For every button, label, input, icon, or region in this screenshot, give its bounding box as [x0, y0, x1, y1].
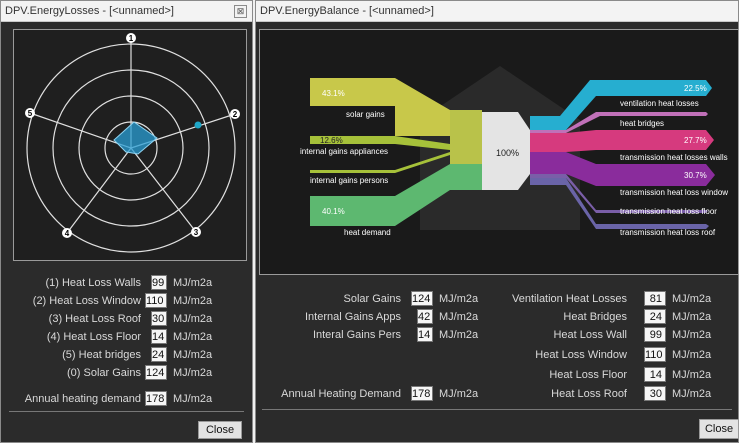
- unit-ventilation: MJ/m2a: [672, 293, 712, 305]
- field-label-heat-loss-floor: Heat Loss Floor: [549, 369, 627, 381]
- value-floor[interactable]: 14: [151, 329, 167, 344]
- value-solar-gains[interactable]: 124: [145, 365, 167, 380]
- value-solar-gains-b[interactable]: 124: [411, 291, 433, 306]
- radar-axis-label-5: 5: [28, 109, 33, 118]
- label-solar-gains: solar gains: [346, 110, 385, 119]
- pct-window: 30.7%: [684, 171, 707, 180]
- label-internal-persons: internal gains persons: [310, 176, 388, 185]
- radar-axis-label-3: 3: [194, 228, 199, 237]
- value-heat-bridges-b[interactable]: 24: [644, 309, 666, 324]
- field-label-internal-pers: Interal Gains Pers: [312, 329, 401, 341]
- label-heat-bridges: heat bridges: [620, 119, 664, 128]
- value-heat-loss-window[interactable]: 110: [644, 347, 666, 362]
- label-heat-demand: heat demand: [344, 228, 391, 237]
- value-internal-pers[interactable]: 14: [417, 327, 433, 342]
- pct-internal-appliances: 12.6%: [320, 136, 343, 145]
- radar-axis-label-4: 4: [65, 229, 70, 238]
- label-window: transmission heat loss window: [620, 188, 728, 197]
- arrow-heat-bridges: [680, 112, 708, 116]
- value-roof[interactable]: 30: [151, 311, 167, 326]
- unit-roof: MJ/m2a: [173, 313, 213, 325]
- pct-ventilation: 22.5%: [684, 84, 707, 93]
- field-label-roof: (3) Heat Loss Roof: [48, 313, 141, 325]
- field-label-heat-loss-roof: Heat Loss Roof: [551, 388, 627, 400]
- unit-solar-gains-b: MJ/m2a: [439, 293, 479, 305]
- balance-separator: [262, 409, 732, 410]
- unit-heat-loss-window: MJ/m2a: [672, 349, 712, 361]
- unit-annual-demand: MJ/m2a: [173, 393, 213, 405]
- value-heat-loss-floor[interactable]: 14: [644, 367, 666, 382]
- radar-data-marker: [194, 121, 202, 129]
- sankey-chart: 100% 43.1% solar gains 12.6% internal ga…: [300, 66, 728, 237]
- unit-heat-loss-floor: MJ/m2a: [672, 369, 712, 381]
- close-window-icon[interactable]: ⊠: [234, 5, 247, 18]
- sankey-output-labels: 22.5% ventilation heat losses heat bridg…: [620, 84, 728, 237]
- pct-solar-gains: 43.1%: [322, 89, 345, 98]
- value-ventilation[interactable]: 81: [644, 291, 666, 306]
- unit-walls: MJ/m2a: [173, 277, 213, 289]
- balance-titlebar: DPV.EnergyBalance - [<unnamed>]: [256, 1, 738, 22]
- label-walls: transmission heat losses walls: [620, 153, 728, 162]
- radar-spoke: [66, 147, 132, 234]
- field-label-heat-loss-wall: Heat Loss Wall: [553, 329, 627, 341]
- value-annual-demand-b[interactable]: 178: [411, 386, 433, 401]
- radar-chart: 1 2 3 4 5: [25, 33, 240, 253]
- sankey-center-label: 100%: [496, 148, 519, 158]
- unit-heat-loss-wall: MJ/m2a: [672, 329, 712, 341]
- radar-spoke: [29, 112, 132, 149]
- label-floor: transmission heat loss floor: [620, 207, 717, 216]
- flow-merge-green: [450, 164, 482, 190]
- field-label-annual-demand: Annual heating demand: [24, 393, 141, 405]
- close-button[interactable]: Close: [699, 419, 739, 439]
- unit-heat-bridges-b: MJ/m2a: [672, 311, 712, 323]
- field-label-window: (2) Heat Loss Window: [32, 295, 141, 307]
- unit-heat-bridges: MJ/m2a: [173, 349, 213, 361]
- value-internal-apps[interactable]: 42: [417, 309, 433, 324]
- field-label-heat-loss-window: Heat Loss Window: [535, 349, 627, 361]
- energy-losses-window: DPV.EnergyLosses - [<unnamed>] ⊠ 1 2 3 4…: [0, 0, 253, 443]
- pct-heat-demand: 40.1%: [322, 207, 345, 216]
- field-label-solar-gains-b: Solar Gains: [343, 293, 401, 305]
- value-annual-demand[interactable]: 178: [145, 391, 167, 406]
- radar-axis-label-1: 1: [129, 34, 134, 43]
- unit-solar-gains: MJ/m2a: [173, 367, 213, 379]
- field-label-solar-gains: (0) Solar Gains: [67, 367, 141, 379]
- field-label-heat-bridges: (5) Heat bridges: [62, 349, 141, 361]
- value-heat-loss-wall[interactable]: 99: [644, 327, 666, 342]
- unit-floor: MJ/m2a: [173, 331, 213, 343]
- label-internal-appliances: internal gains appliances: [300, 147, 388, 156]
- balance-window-title: DPV.EnergyBalance - [<unnamed>]: [260, 5, 434, 17]
- radar-axis-label-2: 2: [233, 110, 238, 119]
- losses-separator: [9, 411, 244, 412]
- unit-window: MJ/m2a: [173, 295, 213, 307]
- field-label-walls: (1) Heat Loss Walls: [45, 277, 141, 289]
- field-label-ventilation: Ventilation Heat Losses: [512, 293, 627, 305]
- label-roof: transmission heat loss roof: [620, 228, 716, 237]
- losses-window-title: DPV.EnergyLosses - [<unnamed>]: [5, 5, 174, 17]
- energy-balance-window: DPV.EnergyBalance - [<unnamed>] 100% 43.…: [255, 0, 739, 443]
- radar-chart-panel: 1 2 3 4 5: [13, 29, 247, 261]
- value-walls[interactable]: 99: [151, 275, 167, 290]
- close-button[interactable]: Close: [198, 421, 242, 439]
- label-ventilation: ventilation heat losses: [620, 99, 699, 108]
- sankey-chart-panel: 100% 43.1% solar gains 12.6% internal ga…: [259, 29, 739, 275]
- value-heat-loss-roof[interactable]: 30: [644, 386, 666, 401]
- losses-titlebar: DPV.EnergyLosses - [<unnamed>] ⊠: [1, 1, 252, 22]
- value-window[interactable]: 110: [145, 293, 167, 308]
- unit-internal-apps: MJ/m2a: [439, 311, 479, 323]
- flow-walls: [530, 130, 680, 152]
- unit-internal-pers: MJ/m2a: [439, 329, 479, 341]
- field-label-floor: (4) Heat Loss Floor: [46, 331, 141, 343]
- unit-heat-loss-roof: MJ/m2a: [672, 388, 712, 400]
- pct-walls: 27.7%: [684, 136, 707, 145]
- field-label-internal-apps: Internal Gains Apps: [304, 311, 401, 323]
- field-label-annual-demand-b: Annual Heating Demand: [281, 388, 401, 400]
- value-heat-bridges[interactable]: 24: [151, 347, 167, 362]
- unit-annual-demand-b: MJ/m2a: [439, 388, 479, 400]
- field-label-heat-bridges-b: Heat Bridges: [563, 311, 627, 323]
- radar-series-area: [113, 121, 158, 155]
